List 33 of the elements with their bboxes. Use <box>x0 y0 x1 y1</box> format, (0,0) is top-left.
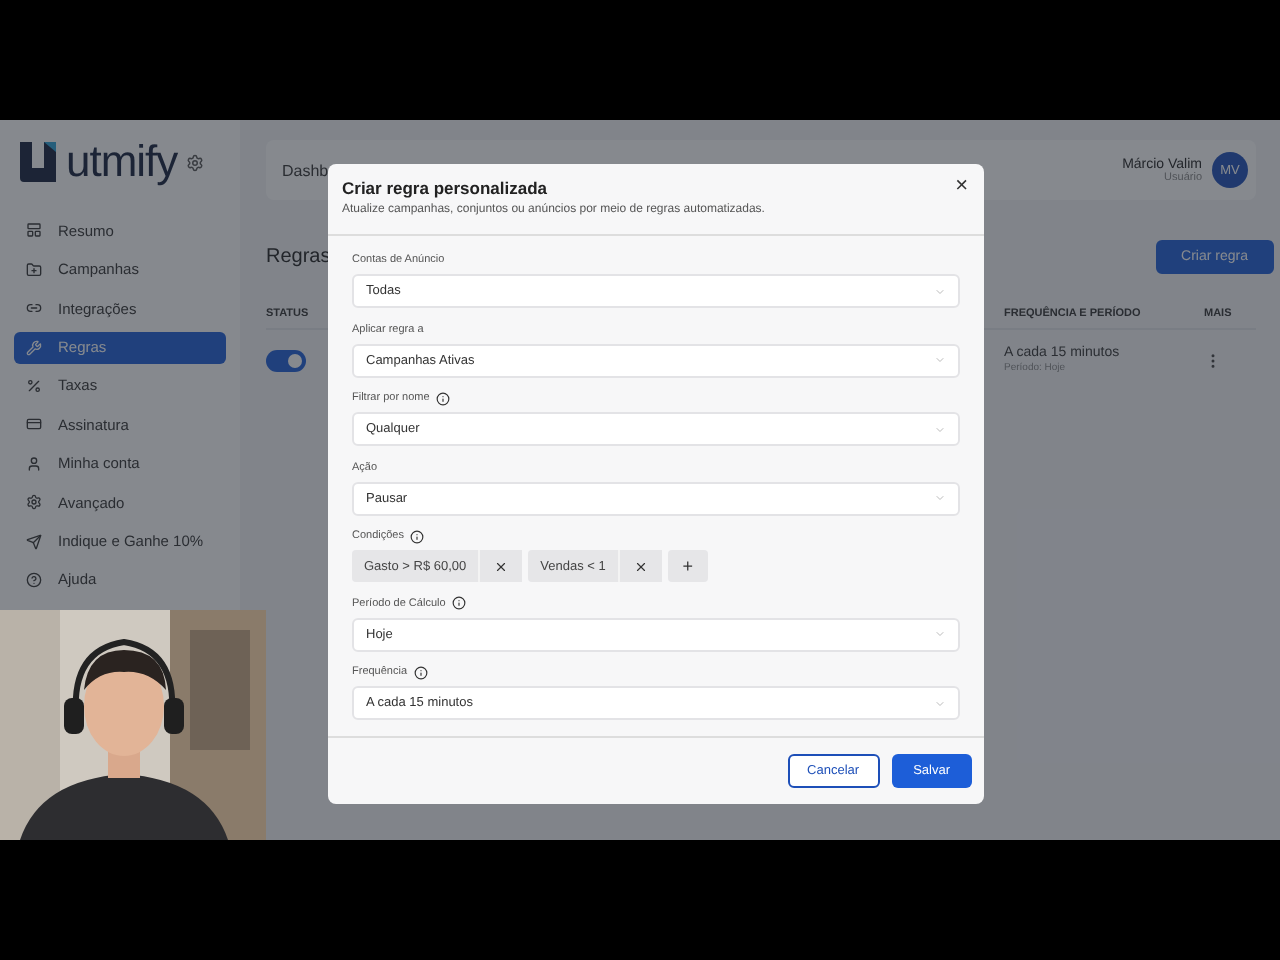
settings-icon <box>26 494 42 511</box>
link-icon <box>26 300 42 317</box>
card-icon <box>26 416 42 433</box>
dialog-title: Criar regra personalizada <box>342 178 550 198</box>
close-icon <box>494 559 509 573</box>
help-icon <box>26 571 42 588</box>
close-button[interactable]: × <box>951 176 972 198</box>
user-icon <box>26 455 42 472</box>
logo-text: utmify <box>66 136 178 188</box>
chevron-down-icon <box>934 697 946 709</box>
add-condition-button[interactable]: + <box>667 550 708 582</box>
percent-icon <box>26 377 42 394</box>
info-icon[interactable] <box>435 391 450 405</box>
info-icon[interactable] <box>410 529 424 543</box>
layout-icon <box>26 222 42 239</box>
remove-button[interactable] <box>478 550 523 582</box>
remove-button[interactable] <box>617 550 662 582</box>
info-icon[interactable] <box>413 665 428 679</box>
chevron-down-icon <box>934 285 946 297</box>
chevron-down-icon <box>934 492 946 504</box>
header-title: Dashb <box>282 161 329 179</box>
status-toggle[interactable] <box>266 349 306 371</box>
chevron-down-icon <box>934 628 946 640</box>
chevron-down-icon <box>934 423 946 435</box>
logo-icon <box>18 140 58 184</box>
page-title: Regras <box>266 246 331 268</box>
close-icon <box>633 559 648 573</box>
folder-icon <box>26 261 42 278</box>
send-icon <box>26 533 42 550</box>
wrench-icon <box>26 339 42 356</box>
chevron-down-icon <box>934 354 946 366</box>
settings-icon[interactable] <box>185 153 204 171</box>
info-icon[interactable] <box>451 596 466 610</box>
